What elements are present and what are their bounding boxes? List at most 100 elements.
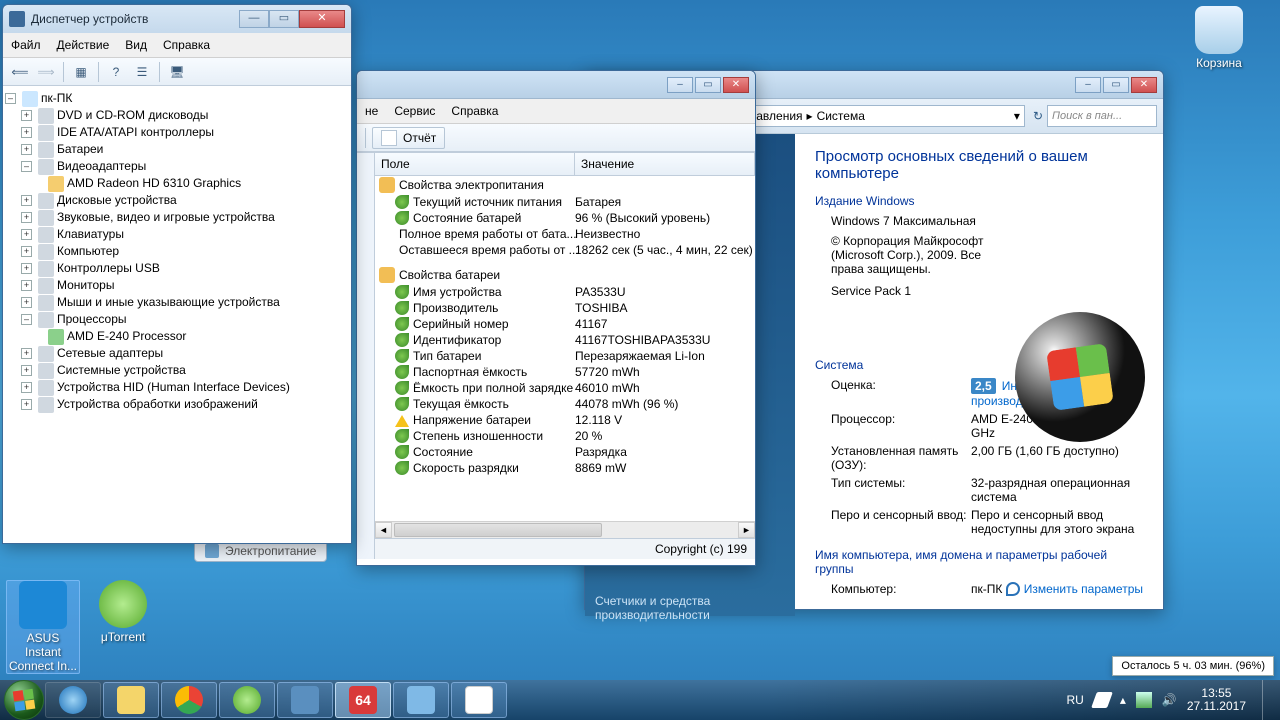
report-row[interactable]: СостояниеРазрядка [375, 444, 755, 460]
menu-item[interactable]: Вид [117, 35, 155, 55]
tray-chevron-icon[interactable]: ▴ [1120, 693, 1126, 707]
tree-node[interactable]: +Мыши и иные указывающие устройства [5, 294, 349, 311]
task-utorrent[interactable] [219, 682, 275, 718]
tree-node[interactable]: AMD Radeon HD 6310 Graphics [5, 175, 349, 192]
tree-node[interactable]: +Звуковые, видео и игровые устройства [5, 209, 349, 226]
start-button[interactable] [4, 680, 44, 720]
task-ie[interactable] [45, 682, 101, 718]
report-row[interactable]: Тип батареиПерезаряжаемая Li-Ion [375, 348, 755, 364]
report-row[interactable]: Оставшееся время работы от ...18262 сек … [375, 242, 755, 258]
nav-forward-button[interactable]: ⟹ [35, 61, 57, 83]
expander-icon[interactable]: + [21, 195, 32, 206]
expander-icon[interactable]: – [21, 314, 32, 325]
report-row[interactable]: Полное время работы от бата...Неизвестно [375, 226, 755, 242]
report-row[interactable]: Серийный номер41167 [375, 316, 755, 332]
tree-node[interactable]: +Батареи [5, 141, 349, 158]
report-row[interactable]: Состояние батарей96 % (Высокий уровень) [375, 210, 755, 226]
close-button[interactable]: ✕ [299, 10, 345, 28]
minimize-button[interactable]: – [1075, 77, 1101, 93]
task-paint[interactable] [451, 682, 507, 718]
desktop-icon-asus[interactable]: ASUS Instant Connect In... [6, 580, 80, 674]
expander-icon[interactable]: – [5, 93, 16, 104]
task-devmgr[interactable] [277, 682, 333, 718]
minimize-button[interactable]: — [239, 10, 269, 28]
report-row[interactable]: Степень изношенности20 % [375, 428, 755, 444]
nav-back-button[interactable]: ⟸ [9, 61, 31, 83]
maximize-button[interactable]: ▭ [695, 77, 721, 93]
task-control[interactable] [393, 682, 449, 718]
expander-icon[interactable]: + [21, 144, 32, 155]
expander-icon[interactable]: + [21, 212, 32, 223]
battery-icon[interactable] [1136, 692, 1152, 708]
tray-lang[interactable]: RU [1067, 693, 1084, 707]
tray-clock[interactable]: 13:5527.11.2017 [1187, 687, 1246, 713]
refresh-icon[interactable]: ↻ [1033, 109, 1043, 123]
expander-icon[interactable]: + [21, 110, 32, 121]
volume-icon[interactable]: 🔊 [1162, 693, 1177, 707]
expander-icon[interactable]: + [21, 365, 32, 376]
expander-icon[interactable]: + [21, 246, 32, 257]
device-tree[interactable]: –пк-ПК+DVD и CD-ROM дисководы+IDE ATA/AT… [3, 86, 351, 526]
desktop-icon-utorrent[interactable]: μTorrent [86, 580, 160, 644]
sidebar-link-perfmon[interactable]: Счетчики и средства производительности [595, 594, 785, 622]
task-aida[interactable]: 64 [335, 682, 391, 718]
side-tab[interactable] [357, 153, 375, 559]
search-input[interactable]: Поиск в пан... [1047, 105, 1157, 127]
expander-icon[interactable]: + [21, 348, 32, 359]
maximize-button[interactable]: ▭ [269, 10, 299, 28]
report-row[interactable]: Напряжение батареи12.118 V [375, 412, 755, 428]
show-desktop-button[interactable] [1262, 680, 1272, 720]
close-button[interactable]: ✕ [723, 77, 749, 93]
task-chrome[interactable] [161, 682, 217, 718]
expander-icon[interactable]: + [21, 127, 32, 138]
tree-node[interactable]: +DVD и CD-ROM дисководы [5, 107, 349, 124]
maximize-button[interactable]: ▭ [1103, 77, 1129, 93]
menu-item[interactable]: не [357, 101, 386, 121]
help-button[interactable]: ? [105, 61, 127, 83]
menu-item[interactable]: Справка [155, 35, 218, 55]
scan-button[interactable]: 🖥 [166, 61, 188, 83]
tree-node[interactable]: +Устройства HID (Human Interface Devices… [5, 379, 349, 396]
report-row[interactable]: Скорость разрядки8869 mW [375, 460, 755, 476]
menu-item[interactable]: Действие [49, 35, 118, 55]
report-tab[interactable]: Отчёт [372, 127, 445, 149]
expander-icon[interactable]: + [21, 280, 32, 291]
titlebar[interactable]: Диспетчер устройств — ▭ ✕ [3, 5, 351, 33]
expander-icon[interactable]: + [21, 229, 32, 240]
task-explorer[interactable] [103, 682, 159, 718]
minimize-button[interactable]: – [667, 77, 693, 93]
menu-item[interactable]: Файл [3, 35, 49, 55]
expander-icon[interactable]: – [21, 161, 32, 172]
tree-node[interactable]: +Контроллеры USB [5, 260, 349, 277]
expander-icon[interactable]: + [21, 382, 32, 393]
close-button[interactable]: ✕ [1131, 77, 1157, 93]
menu-item[interactable]: Сервис [386, 101, 443, 121]
report-row[interactable]: Имя устройстваPA3533U [375, 284, 755, 300]
report-row[interactable]: Текущий источник питанияБатарея [375, 194, 755, 210]
tree-node[interactable]: –Процессоры [5, 311, 349, 328]
tree-node[interactable]: +Компьютер [5, 243, 349, 260]
recycle-bin[interactable]: Корзина [1182, 6, 1256, 70]
tree-node[interactable]: +Мониторы [5, 277, 349, 294]
header-field[interactable]: Поле [375, 153, 575, 175]
report-row[interactable]: Паспортная ёмкость57720 mWh [375, 364, 755, 380]
report-row[interactable]: Текущая ёмкость44078 mWh (96 %) [375, 396, 755, 412]
tree-node[interactable]: +Клавиатуры [5, 226, 349, 243]
menu-item[interactable]: Справка [443, 101, 506, 121]
tree-node[interactable]: –пк-ПК [5, 90, 349, 107]
horizontal-scrollbar[interactable]: ◄► [375, 521, 755, 538]
report-row[interactable]: ПроизводительTOSHIBA [375, 300, 755, 316]
header-value[interactable]: Значение [575, 153, 755, 175]
tree-node[interactable]: +Сетевые адаптеры [5, 345, 349, 362]
flag-icon[interactable] [1091, 692, 1113, 708]
tree-node[interactable]: +Дисковые устройства [5, 192, 349, 209]
change-settings-link[interactable]: Изменить параметры [1006, 582, 1143, 596]
expander-icon[interactable]: + [21, 297, 32, 308]
titlebar[interactable]: – ▭ ✕ [357, 71, 755, 99]
expander-icon[interactable]: + [21, 263, 32, 274]
report-row[interactable]: Ёмкость при полной зарядке46010 mWh [375, 380, 755, 396]
expander-icon[interactable]: + [21, 399, 32, 410]
tree-node[interactable]: +Устройства обработки изображений [5, 396, 349, 413]
tree-node[interactable]: –Видеоадаптеры [5, 158, 349, 175]
show-hidden-button[interactable]: ▦ [70, 61, 92, 83]
